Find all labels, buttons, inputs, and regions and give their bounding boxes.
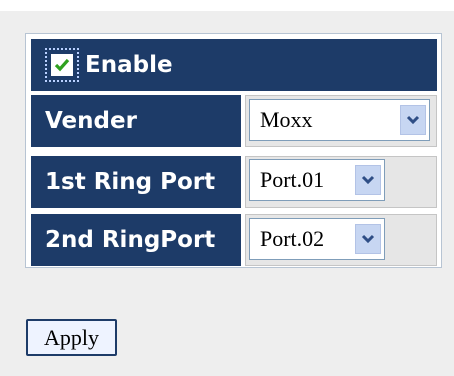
- port2-select[interactable]: Port.02: [249, 218, 385, 260]
- port2-label-text: 2nd RingPort: [45, 227, 216, 253]
- enable-row[interactable]: Enable: [31, 39, 437, 91]
- apply-button-label: Apply: [44, 324, 99, 350]
- port1-select-value: Port.01: [260, 167, 325, 192]
- chevron-down-icon[interactable]: [355, 165, 381, 195]
- checkbox-box: [50, 53, 74, 77]
- enable-label: Enable: [85, 52, 173, 78]
- top-strip: [0, 0, 454, 11]
- chevron-down-icon[interactable]: [400, 105, 426, 135]
- port2-label: 2nd RingPort: [31, 214, 241, 266]
- port1-label: 1st Ring Port: [31, 156, 241, 208]
- chevron-down-icon[interactable]: [355, 224, 381, 254]
- port2-select-value: Port.02: [260, 226, 325, 251]
- port1-label-text: 1st Ring Port: [45, 169, 216, 195]
- apply-button[interactable]: Apply: [26, 319, 117, 356]
- vender-select[interactable]: Moxx: [249, 99, 430, 141]
- vender-label-text: Vender: [45, 108, 137, 134]
- vender-select-value: Moxx: [260, 107, 313, 132]
- vender-label: Vender: [31, 95, 241, 147]
- enable-checkbox[interactable]: [45, 48, 79, 82]
- port1-select[interactable]: Port.01: [249, 159, 385, 201]
- checkmark-icon: [54, 58, 70, 72]
